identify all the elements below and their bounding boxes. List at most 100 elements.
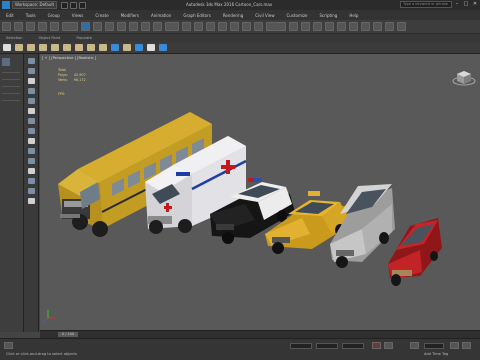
tube-primitive-icon[interactable]: [75, 44, 83, 51]
pyramid-primitive-icon[interactable]: [87, 44, 95, 51]
light-icon[interactable]: [123, 44, 131, 51]
manipulate-icon[interactable]: [194, 22, 203, 31]
schematic-view-icon[interactable]: [349, 22, 358, 31]
menu-item-civil-view[interactable]: Civil View: [249, 13, 280, 18]
isolate-icon[interactable]: [27, 198, 35, 204]
time-slider[interactable]: 0 / 100: [58, 332, 78, 337]
convert-icon[interactable]: [27, 138, 35, 144]
menu-item-create[interactable]: Create: [89, 13, 114, 18]
z-coordinate-field[interactable]: [342, 343, 364, 349]
plane-primitive-icon[interactable]: [99, 44, 107, 51]
fill-icon[interactable]: [27, 158, 35, 164]
tab-populate[interactable]: Populate: [70, 36, 102, 40]
select-by-name-icon[interactable]: [93, 22, 102, 31]
play-button[interactable]: [410, 342, 419, 349]
maximize-icon[interactable]: □: [463, 1, 469, 7]
rotate-icon[interactable]: [141, 22, 150, 31]
redo-icon[interactable]: [14, 22, 23, 31]
cone-primitive-icon[interactable]: [51, 44, 59, 51]
scene-canvas[interactable]: [40, 54, 480, 332]
tab-selection[interactable]: Selection: [0, 36, 33, 40]
search-input[interactable]: Type a keyword or phrase: [400, 1, 452, 8]
percent-snap-icon[interactable]: [242, 22, 251, 31]
minimize-icon[interactable]: –: [454, 1, 460, 7]
unhide-icon[interactable]: [27, 188, 35, 194]
open-file-icon[interactable]: [70, 1, 78, 9]
similar-icon[interactable]: [27, 148, 35, 154]
undo-icon[interactable]: [2, 22, 11, 31]
select-tool-icon[interactable]: [27, 58, 35, 64]
render-icon[interactable]: [397, 22, 406, 31]
menu-item-help[interactable]: Help: [343, 13, 364, 18]
hide-icon[interactable]: [27, 178, 35, 184]
menu-item-scripting[interactable]: Scripting: [314, 13, 344, 18]
helper-icon[interactable]: [147, 44, 155, 51]
scene-explorer-icon[interactable]: [2, 58, 10, 66]
keyboard-shortcut-icon[interactable]: [206, 22, 215, 31]
spacewarp-icon[interactable]: [159, 44, 167, 51]
current-frame-field[interactable]: [424, 343, 444, 349]
pivot-icon[interactable]: [182, 22, 191, 31]
torus-primitive-icon[interactable]: [39, 44, 47, 51]
scale-icon[interactable]: [153, 22, 162, 31]
reference-coordinate-icon[interactable]: [165, 22, 179, 31]
loop-icon[interactable]: [27, 118, 35, 124]
selection-filter-icon[interactable]: [62, 22, 78, 31]
menu-item-views[interactable]: Views: [66, 13, 90, 18]
timeline[interactable]: 0 / 100: [40, 330, 480, 338]
window-crossing-icon[interactable]: [117, 22, 126, 31]
rectangular-selection-icon[interactable]: [105, 22, 114, 31]
named-selection-icon[interactable]: [266, 22, 286, 31]
ring-icon[interactable]: [27, 128, 35, 134]
box-primitive-icon[interactable]: [3, 44, 11, 51]
align-icon[interactable]: [301, 22, 310, 31]
cylinder-primitive-icon[interactable]: [27, 44, 35, 51]
lasso-icon[interactable]: [27, 88, 35, 94]
save-file-icon[interactable]: [79, 1, 87, 9]
menu-item-rendering[interactable]: Rendering: [217, 13, 249, 18]
menu-item-animation[interactable]: Animation: [145, 13, 177, 18]
maxscript-listener-icon[interactable]: [4, 342, 13, 349]
step-loop-icon[interactable]: [27, 168, 35, 174]
bind-spacewarp-icon[interactable]: [50, 22, 59, 31]
workspace-dropdown[interactable]: Workspace: Default: [12, 1, 58, 9]
freeform-tool-icon[interactable]: [27, 68, 35, 74]
graphite-toggle-icon[interactable]: [325, 22, 334, 31]
menu-item-group[interactable]: Group: [42, 13, 66, 18]
line-shape-icon[interactable]: [111, 44, 119, 51]
grow-icon[interactable]: [27, 98, 35, 104]
render-setup-icon[interactable]: [373, 22, 382, 31]
new-file-icon[interactable]: [61, 1, 69, 9]
y-coordinate-field[interactable]: [316, 343, 338, 349]
menu-item-modifiers[interactable]: Modifiers: [115, 13, 145, 18]
angle-snap-icon[interactable]: [230, 22, 239, 31]
zoom-icon[interactable]: [450, 342, 459, 349]
unlink-icon[interactable]: [38, 22, 47, 31]
sphere-primitive-icon[interactable]: [15, 44, 23, 51]
red-car-model[interactable]: [388, 218, 442, 286]
mirror-icon[interactable]: [289, 22, 298, 31]
set-key-button[interactable]: [384, 342, 393, 349]
tab-object-paint[interactable]: Object Paint: [33, 36, 71, 40]
rendered-frame-icon[interactable]: [385, 22, 394, 31]
close-icon[interactable]: ✕: [472, 1, 478, 7]
geosphere-primitive-icon[interactable]: [63, 44, 71, 51]
add-time-tag-button[interactable]: Add Time Tag: [424, 352, 448, 356]
snaps-toggle-icon[interactable]: [218, 22, 227, 31]
camera-icon[interactable]: [135, 44, 143, 51]
app-logo-icon[interactable]: [2, 1, 10, 9]
layer-explorer-icon[interactable]: [313, 22, 322, 31]
material-editor-icon[interactable]: [361, 22, 370, 31]
move-icon[interactable]: [129, 22, 138, 31]
perspective-viewport[interactable]: [ + ] [Perspective ] [Realistic ] Total …: [40, 54, 480, 332]
select-object-icon[interactable]: [81, 22, 90, 31]
auto-key-button[interactable]: [372, 342, 381, 349]
pan-icon[interactable]: [462, 342, 471, 349]
menu-item-graph-editors[interactable]: Graph Editors: [177, 13, 216, 18]
menu-item-edit[interactable]: Edit: [0, 13, 20, 18]
paint-select-icon[interactable]: [27, 78, 35, 84]
menu-item-tools[interactable]: Tools: [20, 13, 42, 18]
shrink-icon[interactable]: [27, 108, 35, 114]
x-coordinate-field[interactable]: [290, 343, 312, 349]
menu-item-customize[interactable]: Customize: [281, 13, 314, 18]
